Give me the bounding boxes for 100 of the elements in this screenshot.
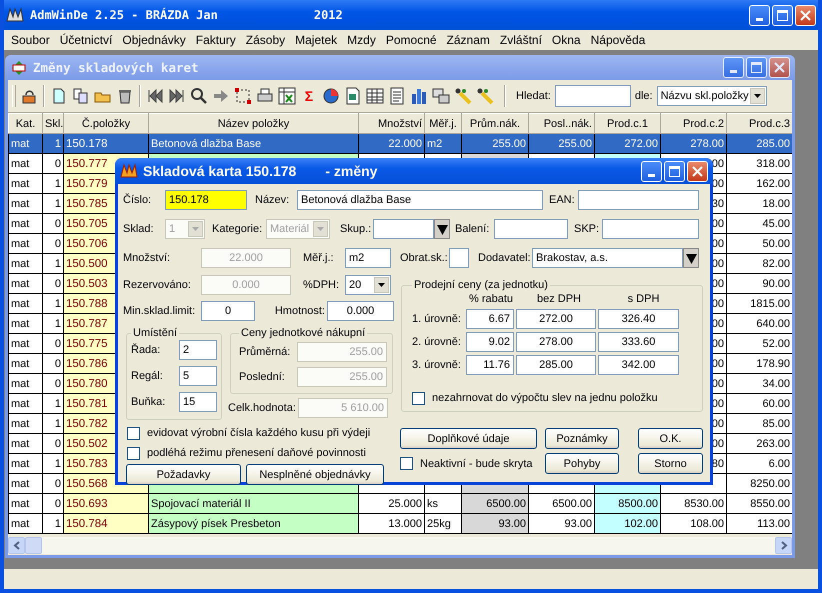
- input-field[interactable]: 285.00: [516, 354, 596, 374]
- menu-item[interactable]: Faktury: [190, 33, 241, 47]
- column-header[interactable]: Prod.c.2: [660, 114, 726, 134]
- caret-icon: [192, 227, 199, 231]
- pie-chart-icon[interactable]: [322, 87, 340, 105]
- input-field[interactable]: 272.00: [516, 308, 596, 328]
- menu-item[interactable]: Mzdy: [342, 33, 381, 47]
- dropdown-field[interactable]: 20: [345, 275, 391, 295]
- menu-item[interactable]: Záznam: [442, 33, 495, 47]
- bar-chart-icon[interactable]: [410, 87, 428, 105]
- checkbox[interactable]: [127, 446, 140, 460]
- input-field[interactable]: [602, 219, 699, 239]
- input-field[interactable]: 342.00: [598, 354, 679, 374]
- input-field[interactable]: [494, 219, 568, 239]
- input-field[interactable]: Brakostav, a.s.: [532, 248, 683, 268]
- input-field[interactable]: 15: [179, 392, 217, 412]
- tool-icon[interactable]: [454, 87, 472, 105]
- select-icon[interactable]: [234, 87, 252, 105]
- table-cell: mat: [8, 274, 42, 294]
- notes-button[interactable]: Poznámky: [545, 428, 619, 449]
- scrollbar-thumb[interactable]: [25, 537, 42, 554]
- extra-data-button[interactable]: Doplňkové údaje: [400, 428, 537, 449]
- cancel-button[interactable]: Storno: [638, 453, 703, 474]
- column-header[interactable]: Prod.c.1: [594, 114, 660, 134]
- search-icon[interactable]: [190, 87, 208, 105]
- input-field[interactable]: 6.67: [466, 308, 514, 328]
- menu-item[interactable]: Objednávky: [117, 33, 191, 47]
- column-header[interactable]: Skl.: [42, 114, 64, 134]
- table-cell: 1: [42, 134, 64, 154]
- menu-item[interactable]: Účetnictví: [54, 33, 118, 47]
- lookup-button[interactable]: [434, 219, 450, 239]
- maximize-button[interactable]: [772, 4, 793, 26]
- table-cell: Zásypový písek Presbeton: [148, 514, 358, 534]
- requirements-button[interactable]: Požadavky: [126, 464, 241, 485]
- sum-icon[interactable]: Σ: [300, 88, 318, 104]
- input-field[interactable]: 2: [179, 340, 217, 360]
- close-button[interactable]: [687, 160, 708, 182]
- checkbox[interactable]: [412, 392, 425, 404]
- table-icon[interactable]: [366, 87, 384, 105]
- column-header[interactable]: Kat.: [8, 114, 42, 134]
- menu-item[interactable]: Pomocné: [380, 33, 442, 47]
- menu-item[interactable]: Soubor: [6, 33, 55, 47]
- first-record-icon[interactable]: [146, 87, 164, 105]
- input-field[interactable]: 0: [201, 301, 255, 321]
- minimize-button[interactable]: [723, 57, 744, 78]
- scroll-left-button[interactable]: [8, 537, 25, 554]
- document-icon[interactable]: [344, 87, 362, 105]
- movements-button[interactable]: Pohyby: [545, 453, 619, 474]
- close-button[interactable]: [769, 57, 790, 78]
- minimize-button[interactable]: [749, 4, 770, 26]
- minimize-button[interactable]: [641, 160, 662, 182]
- input-field[interactable]: 326.40: [598, 308, 679, 328]
- lookup-button[interactable]: [683, 248, 699, 268]
- search-by-dropdown[interactable]: Názvu skl.položky: [656, 86, 767, 106]
- input-field[interactable]: 5: [179, 366, 217, 386]
- column-header[interactable]: Prům.nák.: [462, 114, 528, 134]
- windows-icon[interactable]: [432, 87, 450, 105]
- column-header[interactable]: Měř.j.: [424, 114, 462, 134]
- table-cell: mat: [8, 174, 42, 194]
- menu-item[interactable]: Zvláštní: [494, 33, 547, 47]
- menu-item[interactable]: Majetek: [290, 33, 342, 47]
- trash-icon[interactable]: [116, 87, 134, 105]
- column-header[interactable]: Č.položky: [64, 114, 148, 134]
- copy-icon[interactable]: [72, 87, 90, 105]
- ok-button[interactable]: O.K.: [638, 428, 703, 449]
- horizontal-scrollbar[interactable]: [8, 537, 792, 554]
- close-button[interactable]: [795, 4, 816, 26]
- checkbox[interactable]: [400, 457, 413, 470]
- input-field[interactable]: 278.00: [516, 332, 596, 352]
- column-header[interactable]: Posl..nák.: [528, 114, 594, 134]
- maximize-button[interactable]: [746, 57, 767, 78]
- orders-button[interactable]: Nesplněné objednávky: [246, 464, 384, 485]
- input-field[interactable]: 0.000: [327, 301, 394, 321]
- input-field[interactable]: [373, 219, 434, 239]
- menu-item[interactable]: Nápověda: [586, 33, 650, 47]
- menu-item[interactable]: Okna: [546, 33, 586, 47]
- checkbox-label: nezahrnovat do výpočtu slev na jednu položku: [432, 392, 658, 404]
- column-header[interactable]: Prod.c.3: [726, 114, 792, 134]
- spreadsheet-icon[interactable]: [278, 87, 296, 105]
- column-header[interactable]: Název položky: [148, 114, 358, 134]
- table-cell: 8500.00: [594, 494, 660, 514]
- input-field[interactable]: 9.02: [466, 332, 514, 352]
- input-field[interactable]: Betonová dlažba Base: [297, 190, 543, 210]
- column-header[interactable]: Množství: [358, 114, 424, 134]
- input-field[interactable]: 333.60: [598, 332, 679, 352]
- maximize-button[interactable]: [664, 160, 685, 182]
- input-field[interactable]: 150.178: [165, 190, 247, 210]
- last-record-icon[interactable]: [168, 87, 186, 105]
- input-field[interactable]: 11.76: [466, 354, 514, 374]
- table-cell: mat: [8, 494, 42, 514]
- input-field[interactable]: [578, 190, 699, 210]
- checkbox[interactable]: [127, 426, 140, 440]
- search-field[interactable]: [554, 85, 631, 107]
- table-cell: mat: [8, 194, 42, 214]
- scroll-right-button[interactable]: [775, 537, 792, 554]
- list-icon[interactable]: [388, 87, 406, 105]
- input-field[interactable]: m2: [345, 248, 391, 268]
- tool-icon[interactable]: [476, 87, 494, 105]
- menu-item[interactable]: Zásoby: [240, 33, 290, 47]
- input-field[interactable]: [449, 248, 469, 268]
